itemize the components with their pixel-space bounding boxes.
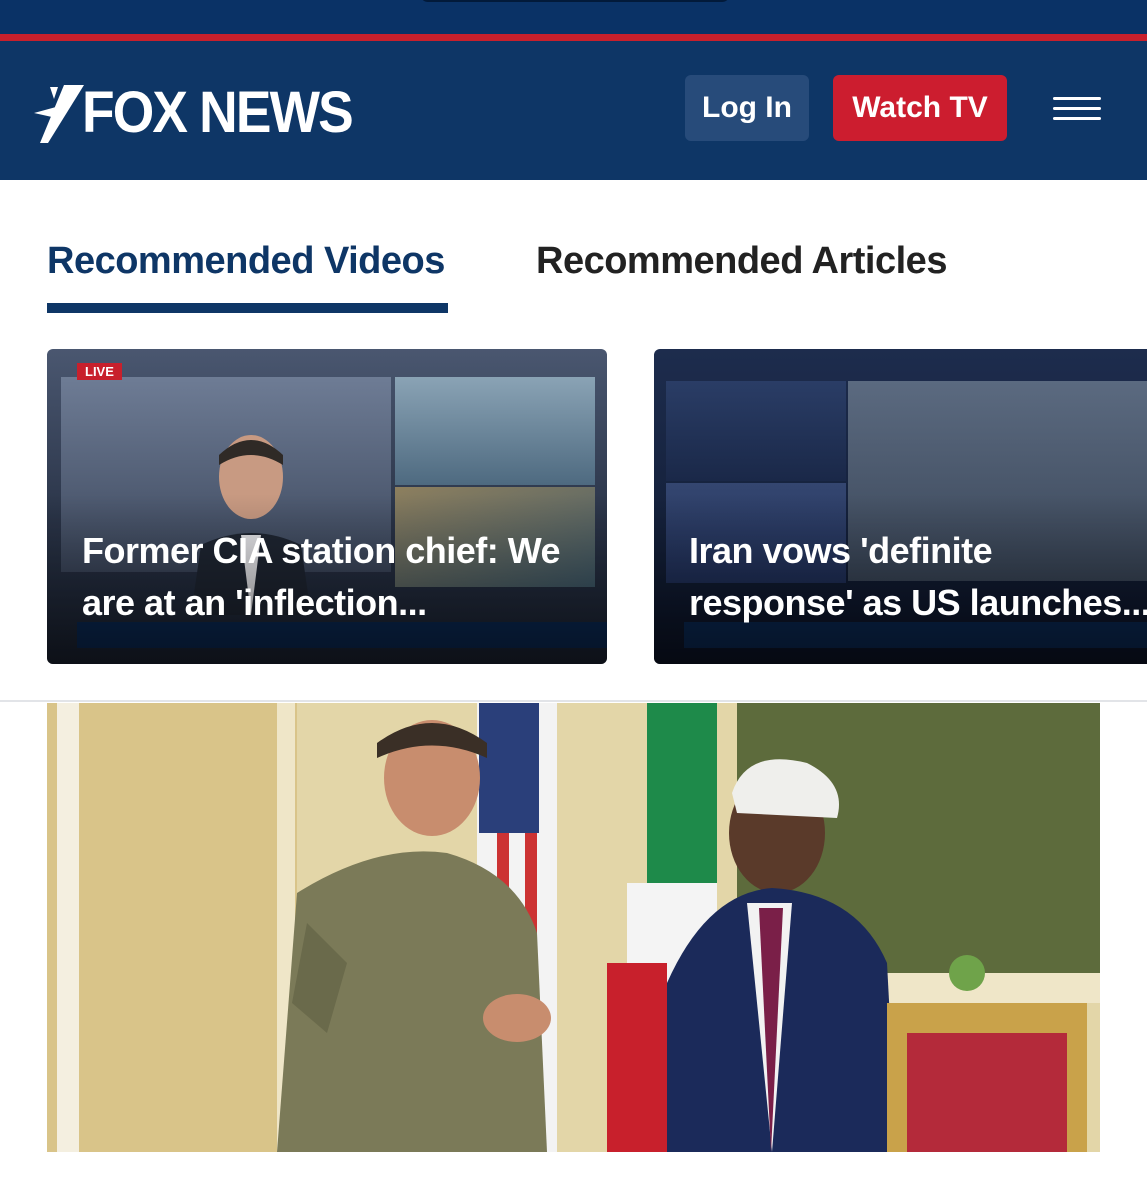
live-badge: LIVE xyxy=(77,363,122,380)
hero-photo xyxy=(47,703,1100,1152)
fox-news-logo-icon xyxy=(34,85,84,143)
article-hero-image[interactable] xyxy=(47,703,1100,1152)
video-card[interactable]: Iran vows 'definite response' as US laun… xyxy=(654,349,1147,664)
video-card[interactable]: LIVE Former CIA station chief: We are at… xyxy=(47,349,607,664)
fox-news-logo[interactable]: FOX NEWS xyxy=(34,81,375,145)
active-tab-indicator xyxy=(47,303,448,313)
video-thumbnail-sea xyxy=(395,377,595,485)
video-thumbnail-anchor xyxy=(666,381,846,481)
login-button[interactable]: Log In xyxy=(685,75,809,141)
video-headline[interactable]: Iran vows 'definite response' as US laun… xyxy=(689,525,1147,629)
section-divider xyxy=(0,700,1147,702)
top-strip xyxy=(0,0,1147,34)
hamburger-menu-icon[interactable] xyxy=(1053,97,1101,121)
device-notch xyxy=(420,0,730,2)
header-accent-line xyxy=(0,34,1147,41)
tab-recommended-videos[interactable]: Recommended Videos xyxy=(47,240,445,283)
video-headline[interactable]: Former CIA station chief: We are at an '… xyxy=(82,525,602,629)
logo-wordmark: FOX NEWS xyxy=(82,80,354,145)
site-header: FOX NEWS Log In Watch TV xyxy=(0,41,1147,180)
tab-recommended-articles[interactable]: Recommended Articles xyxy=(536,240,947,283)
watch-tv-button[interactable]: Watch TV xyxy=(833,75,1007,141)
